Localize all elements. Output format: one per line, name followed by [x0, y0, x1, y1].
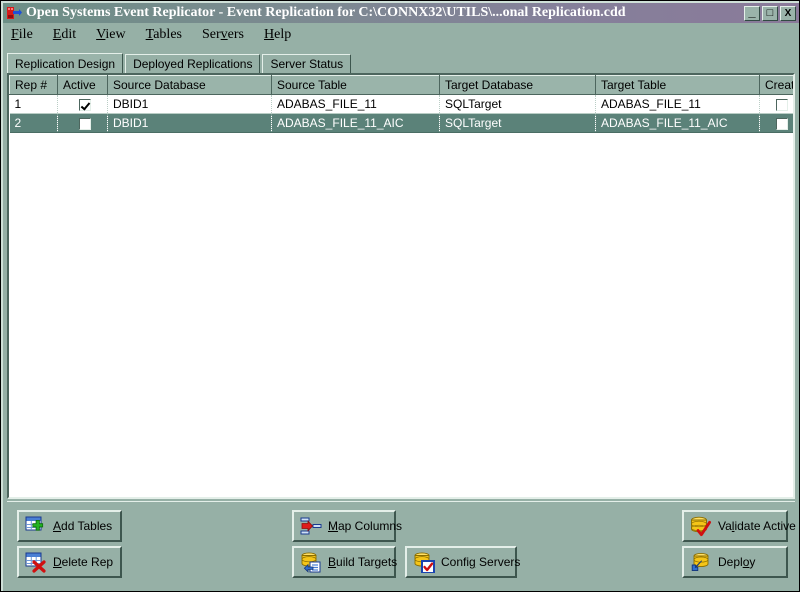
menu-item-view[interactable]: View [96, 27, 126, 43]
column-header-rep-num[interactable]: Rep # [10, 76, 58, 95]
cell-target-table: ADABAS_FILE_11 [596, 95, 760, 114]
cell-active[interactable] [58, 114, 108, 133]
map-columns-icon [300, 515, 322, 537]
menu-bar: File Edit View Tables Servers Help [3, 25, 799, 45]
delete-rep-button[interactable]: Delete Rep [17, 546, 122, 578]
cell-create[interactable] [760, 95, 796, 114]
menu-item-tables[interactable]: Tables [146, 27, 182, 43]
database-build-icon [300, 551, 322, 573]
column-header-target-database[interactable]: Target Database [440, 76, 596, 95]
validate-active-button[interactable]: Validate Active [682, 510, 788, 542]
tab-deployed-replications[interactable]: Deployed Replications [125, 54, 260, 73]
cell-active[interactable] [58, 95, 108, 114]
column-header-create[interactable]: Create [760, 76, 796, 95]
close-icon: X [781, 7, 795, 20]
build-targets-label: Build Targets [328, 555, 397, 569]
window-controls: _ □ X [744, 6, 796, 21]
cell-source-database: DBID1 [108, 114, 272, 133]
action-button-bar: Add Tables Delete Rep [7, 501, 795, 587]
column-header-active[interactable]: Active [58, 76, 108, 95]
deploy-label: Deploy [718, 555, 755, 569]
map-columns-label: Map Columns [328, 519, 402, 533]
column-header-source-table[interactable]: Source Table [272, 76, 440, 95]
table-add-icon [25, 515, 47, 537]
config-servers-button[interactable]: Config Servers [405, 546, 517, 578]
tab-replication-design[interactable]: Replication Design [7, 53, 123, 73]
create-checkbox[interactable] [776, 99, 788, 111]
grid-header-row: Rep # Active Source Database Source Tabl… [10, 76, 796, 95]
add-tables-button[interactable]: Add Tables [17, 510, 122, 542]
cell-target-database: SQLTarget [440, 95, 596, 114]
cell-create[interactable] [760, 114, 796, 133]
replicator-icon [6, 5, 22, 21]
active-checkbox[interactable] [79, 99, 91, 111]
menu-item-servers[interactable]: Servers [202, 27, 244, 43]
table-row[interactable]: 1 DBID1 ADABAS_FILE_11 SQLTarget ADABAS_… [10, 95, 796, 114]
table-delete-icon [25, 551, 47, 573]
create-checkbox[interactable] [776, 118, 788, 130]
cell-target-table: ADABAS_FILE_11_AIC [596, 114, 760, 133]
cell-source-table: ADABAS_FILE_11 [272, 95, 440, 114]
column-header-source-database[interactable]: Source Database [108, 76, 272, 95]
cell-rep-num: 2 [10, 114, 58, 133]
database-deploy-icon [690, 551, 712, 573]
cell-rep-num: 1 [10, 95, 58, 114]
build-targets-button[interactable]: Build Targets [292, 546, 396, 578]
database-config-icon [413, 551, 435, 573]
cell-source-database: DBID1 [108, 95, 272, 114]
replication-grid: Rep # Active Source Database Source Tabl… [9, 75, 795, 133]
replication-grid-panel[interactable]: Rep # Active Source Database Source Tabl… [7, 73, 795, 499]
validate-active-label: Validate Active [718, 519, 796, 533]
maximize-icon: □ [763, 7, 777, 20]
config-servers-label: Config Servers [441, 555, 520, 569]
table-row[interactable]: 2 DBID1 ADABAS_FILE_11_AIC SQLTarget ADA… [10, 114, 796, 133]
menu-item-help[interactable]: Help [264, 27, 291, 43]
menu-item-edit[interactable]: Edit [53, 27, 76, 43]
tab-server-status[interactable]: Server Status [262, 54, 351, 73]
maximize-button[interactable]: □ [762, 6, 778, 21]
tab-strip: Replication Design Deployed Replications… [7, 53, 353, 73]
minimize-button[interactable]: _ [744, 6, 760, 21]
application-window: Open Systems Event Replicator - Event Re… [0, 0, 800, 592]
minimize-icon: _ [745, 7, 759, 20]
map-columns-button[interactable]: Map Columns [292, 510, 396, 542]
cell-source-table: ADABAS_FILE_11_AIC [272, 114, 440, 133]
add-tables-label: Add Tables [53, 519, 112, 533]
column-header-target-table[interactable]: Target Table [596, 76, 760, 95]
window-title: Open Systems Event Replicator - Event Re… [26, 5, 744, 21]
active-checkbox[interactable] [79, 118, 91, 130]
deploy-button[interactable]: Deploy [682, 546, 788, 578]
cell-target-database: SQLTarget [440, 114, 596, 133]
title-bar: Open Systems Event Replicator - Event Re… [3, 3, 799, 23]
menu-item-file[interactable]: File [11, 27, 33, 43]
close-button[interactable]: X [780, 6, 796, 21]
delete-rep-label: Delete Rep [53, 555, 113, 569]
database-validate-icon [690, 515, 712, 537]
